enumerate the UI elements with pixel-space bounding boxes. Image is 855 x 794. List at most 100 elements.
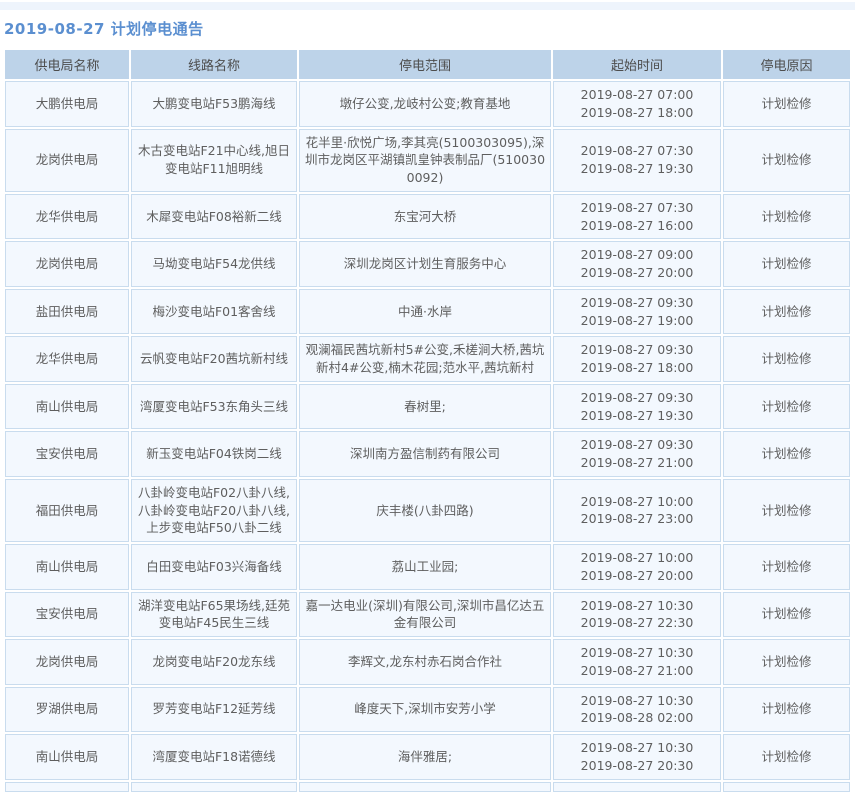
end-time: 2019-08-27 23:00 [557,510,717,528]
reason-cell: 计划检修 [723,384,850,430]
bureau-cell: 南山供电局 [5,544,129,590]
end-time: 2019-08-27 21:00 [557,454,717,472]
reason-cell: 计划检修 [723,592,850,638]
bureau-cell: 罗湖供电局 [5,687,129,733]
scope-cell: 花半里·欣悦广场,李其亮(5100303095),深圳市龙岗区平湖镇凯皇钟表制品… [299,129,551,192]
scope-cell: 嘉一达电业(深圳)有限公司,深圳市昌亿达五金有限公司 [299,592,551,638]
scope-cell: 墩仔公变,龙岐村公变;教育基地 [299,81,551,127]
start-time: 2019-08-27 10:00 [557,549,717,567]
table-row: 罗湖供电局罗芳变电站F12延芳线峰度天下,深圳市安芳小学2019-08-27 1… [5,687,850,733]
time-cell: 2019-08-27 09:302019-08-27 19:30 [553,384,721,430]
reason-cell: 计划检修 [723,479,850,542]
time-cell: 2019-08-27 09:002019-08-27 20:00 [553,241,721,287]
scope-cell: 海伴雅居; [299,734,551,780]
reason-cell: 计划检修 [723,241,850,287]
scope-cell: 深圳龙岗区计划生育服务中心 [299,241,551,287]
scope-cell: 荔山工业园; [299,544,551,590]
start-time: 2019-08-27 10:30 [557,692,717,710]
bureau-cell: 龙华供电局 [5,336,129,382]
line-cell: 木古变电站F21中心线,旭日变电站F11旭明线 [131,129,297,192]
start-time: 2019-08-27 07:00 [557,86,717,104]
header-bureau: 供电局名称 [5,50,129,79]
end-time: 2019-08-27 20:00 [557,264,717,282]
bureau-cell: 宝安供电局 [5,431,129,477]
reason-cell [723,782,850,792]
table-row: 龙华供电局木犀变电站F08裕新二线东宝河大桥2019-08-27 07:3020… [5,194,850,240]
table-row: 盐田供电局梅沙变电站F01客舍线中通·水岸2019-08-27 09:30201… [5,289,850,335]
reason-cell: 计划检修 [723,129,850,192]
table-row: 宝安供电局新玉变电站F04铁岗二线深圳南方盈信制药有限公司2019-08-27 … [5,431,850,477]
time-cell: 2019-08-27 09:302019-08-27 19:00 [553,289,721,335]
bureau-cell: 宝安供电局 [5,592,129,638]
table-row: 南山供电局湾厦变电站F18诺德线海伴雅居;2019-08-27 10:30201… [5,734,850,780]
line-cell: 木犀变电站F08裕新二线 [131,194,297,240]
line-cell: 湖洋变电站F65果场线,廷苑变电站F45民生三线 [131,592,297,638]
reason-cell: 计划检修 [723,194,850,240]
bureau-cell: 龙华供电局 [5,194,129,240]
reason-cell: 计划检修 [723,336,850,382]
end-time: 2019-08-28 02:00 [557,709,717,727]
time-cell: 2019-08-27 10:302019-08-27 22:30 [553,592,721,638]
line-cell: 云帆变电站F20茜坑新村线 [131,336,297,382]
time-cell: 2019-08-27 10:302019-08-28 02:00 [553,687,721,733]
line-cell: 梅沙变电站F01客舍线 [131,289,297,335]
outage-table: 供电局名称 线路名称 停电范围 起始时间 停电原因 大鹏供电局大鹏变电站F53鹏… [3,48,852,794]
start-time: 2019-08-27 10:30 [557,739,717,757]
table-row: 福田供电局八卦岭变电站F02八卦八线,八卦岭变电站F20八卦八线,上步变电站F5… [5,479,850,542]
scope-cell: 峰度天下,深圳市安芳小学 [299,687,551,733]
start-time: 2019-08-27 07:30 [557,199,717,217]
reason-cell: 计划检修 [723,687,850,733]
line-cell: 大鹏变电站F53鹏海线 [131,81,297,127]
header-start-time: 起始时间 [553,50,721,79]
start-time: 2019-08-27 09:30 [557,294,717,312]
time-cell: 2019-08-27 10:302019-08-27 20:30 [553,734,721,780]
table-row: 龙岗供电局木古变电站F21中心线,旭日变电站F11旭明线花半里·欣悦广场,李其亮… [5,129,850,192]
reason-cell: 计划检修 [723,734,850,780]
start-time: 2019-08-27 07:30 [557,142,717,160]
bureau-cell [5,782,129,792]
start-time: 2019-08-27 10:00 [557,493,717,511]
line-cell: 湾厦变电站F18诺德线 [131,734,297,780]
reason-cell: 计划检修 [723,81,850,127]
bureau-cell: 龙岗供电局 [5,129,129,192]
end-time: 2019-08-27 21:00 [557,662,717,680]
table-row: 南山供电局湾厦变电站F53东角头三线春树里;2019-08-27 09:3020… [5,384,850,430]
time-cell: 2019-08-27 10:002019-08-27 20:00 [553,544,721,590]
end-time: 2019-08-27 20:00 [557,567,717,585]
end-time: 2019-08-27 18:00 [557,104,717,122]
header-line: 线路名称 [131,50,297,79]
line-cell: 白田变电站F03兴海备线 [131,544,297,590]
start-time: 2019-08-27 09:00 [557,246,717,264]
outage-table-body: 大鹏供电局大鹏变电站F53鹏海线墩仔公变,龙岐村公变;教育基地2019-08-2… [5,81,850,792]
time-cell: 2019-08-27 09:302019-08-27 18:00 [553,336,721,382]
bureau-cell: 盐田供电局 [5,289,129,335]
table-row: 宝安供电局湖洋变电站F65果场线,廷苑变电站F45民生三线嘉一达电业(深圳)有限… [5,592,850,638]
scope-cell [299,782,551,792]
table-header-row: 供电局名称 线路名称 停电范围 起始时间 停电原因 [5,50,850,79]
table-row: 龙岗供电局马坳变电站F54龙供线深圳龙岗区计划生育服务中心2019-08-27 … [5,241,850,287]
bureau-cell: 龙岗供电局 [5,241,129,287]
header-reason: 停电原因 [723,50,850,79]
line-cell: 湾厦变电站F53东角头三线 [131,384,297,430]
time-cell: 2019-08-27 10:002019-08-27 23:00 [553,479,721,542]
time-cell [553,782,721,792]
line-cell: 新玉变电站F04铁岗二线 [131,431,297,477]
end-time: 2019-08-27 19:30 [557,407,717,425]
time-cell: 2019-08-27 09:302019-08-27 21:00 [553,431,721,477]
start-time: 2019-08-27 10:30 [557,597,717,615]
line-cell [131,782,297,792]
reason-cell: 计划检修 [723,289,850,335]
reason-cell: 计划检修 [723,544,850,590]
table-row: 大鹏供电局大鹏变电站F53鹏海线墩仔公变,龙岐村公变;教育基地2019-08-2… [5,81,850,127]
start-time: 2019-08-27 09:30 [557,341,717,359]
time-cell: 2019-08-27 07:002019-08-27 18:00 [553,81,721,127]
bureau-cell: 大鹏供电局 [5,81,129,127]
scope-cell: 深圳南方盈信制药有限公司 [299,431,551,477]
table-row [5,782,850,792]
scope-cell: 东宝河大桥 [299,194,551,240]
reason-cell: 计划检修 [723,431,850,477]
page-title: 2019-08-27 计划停电通告 [4,18,855,39]
bureau-cell: 福田供电局 [5,479,129,542]
bureau-cell: 南山供电局 [5,734,129,780]
end-time: 2019-08-27 19:00 [557,312,717,330]
